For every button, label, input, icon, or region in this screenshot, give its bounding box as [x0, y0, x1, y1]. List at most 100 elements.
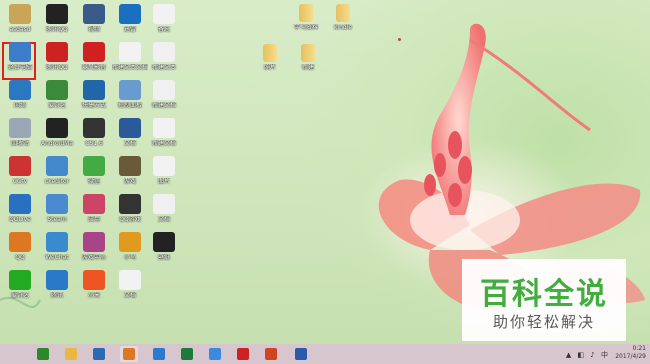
excel-icon-glyph: [181, 348, 193, 360]
desktop-icon-16[interactable]: 回收站: [2, 118, 38, 147]
word-icon[interactable]: [292, 346, 310, 362]
folder-label: 学习资料: [293, 24, 318, 31]
desktop-icon-10[interactable]: 新建文本: [146, 42, 182, 71]
desktop-icon-15[interactable]: 新建文档: [146, 80, 182, 109]
desktop-icon-label: 网络: [13, 102, 26, 109]
desktop-icon-25[interactable]: 图片: [146, 156, 182, 185]
desktop-icon-27[interactable]: Steam: [39, 194, 75, 223]
powerpoint-icon[interactable]: [262, 346, 280, 362]
desktop-icon-39-glyph: [119, 270, 141, 290]
desktop-icon-14-glyph: [119, 80, 141, 100]
desktop-icon-5[interactable]: 备忘: [146, 4, 182, 33]
desktop-icon-label: 文档: [123, 140, 136, 147]
desktop-icon-23[interactable]: 微信: [76, 156, 112, 185]
desktop-icon-38-glyph: [83, 270, 105, 290]
desktop-icon-label: 腾讯: [50, 292, 63, 299]
excel-icon[interactable]: [178, 346, 196, 362]
desktop-icon-4[interactable]: 迅雷: [112, 4, 148, 33]
desktop-icon-29-glyph: [119, 194, 141, 214]
system-tray-icons[interactable]: ▲ ◧ ♪ 中: [566, 350, 610, 360]
desktop-icon-34[interactable]: 小鸟: [112, 232, 148, 261]
desktop-icon-label: AndroidMa: [40, 140, 74, 147]
desktop-icon-20[interactable]: 新建文档: [146, 118, 182, 147]
folder-icon: [336, 4, 350, 22]
file-explorer-icon[interactable]: [62, 346, 80, 362]
desktop-icon-label: 控制面板: [117, 102, 142, 109]
desktop-icon-8[interactable]: 暴风影音: [76, 42, 112, 71]
desktop-icon-23-glyph: [83, 156, 105, 176]
pdf-icon[interactable]: [234, 346, 252, 362]
desktop-icon-35[interactable]: 壁纸: [146, 232, 182, 261]
desktop-icon-38[interactable]: 小米: [76, 270, 112, 299]
folder-4[interactable]: 新建: [290, 44, 326, 71]
desktop-icon-22[interactable]: ckeditor: [39, 156, 75, 185]
desktop-icon-28[interactable]: 应用: [76, 194, 112, 223]
folder-icon: [301, 44, 315, 62]
desktop-icon-13-glyph: [83, 80, 105, 100]
baidu-netdisk-icon[interactable]: [206, 346, 224, 362]
desktop-icon-1[interactable]: asdasd: [2, 4, 38, 33]
desktop-icon-39[interactable]: 文档: [112, 270, 148, 299]
desktop-icon-25-glyph: [153, 156, 175, 176]
desktop-icon-3[interactable]: 视频: [76, 4, 112, 33]
desktop-icon-33[interactable]: 游戏中心: [76, 232, 112, 261]
sogou-icon[interactable]: [150, 346, 168, 362]
desktop-icon-17[interactable]: AndroidMa: [39, 118, 75, 147]
desktop-icon-label: QQ: [15, 254, 25, 261]
desktop-icon-32-glyph: [46, 232, 68, 252]
desktop-icon-13[interactable]: 快捷方式: [76, 80, 112, 109]
folder-1[interactable]: 学习资料: [288, 4, 324, 31]
folder-label: 新建: [301, 64, 314, 71]
desktop-icon-30[interactable]: 文档: [146, 194, 182, 223]
k-app-icon[interactable]: [90, 346, 108, 362]
browser-icon[interactable]: [120, 346, 138, 362]
desktop-icon-21[interactable]: CCtv: [2, 156, 38, 185]
desktop-icon-34-glyph: [119, 232, 141, 252]
desktop-icon-label: ckeditor: [44, 178, 70, 185]
desktop-icon-32[interactable]: WeChat: [39, 232, 75, 261]
desktop-icon-11[interactable]: 网络: [2, 80, 38, 109]
desktop-icon-19-glyph: [119, 118, 141, 138]
desktop-icon-label: 应用: [87, 216, 100, 223]
watermark-badge: 百科全说 助你轻松解决: [462, 259, 626, 341]
desktop-icon-14[interactable]: 控制面板: [112, 80, 148, 109]
folder-label: 照片: [263, 64, 276, 71]
desktop[interactable]: asdasd 腾讯QQ 视频 迅雷 备忘 这台电脑 腾讯QQ 暴风影音 新建文本文档 新建文本 网络…: [0, 0, 650, 344]
desktop-icon-18[interactable]: CS1.6: [76, 118, 112, 147]
desktop-icon-17-glyph: [46, 118, 68, 138]
clock-date: 2017/4/29: [615, 353, 646, 360]
desktop-icon-24[interactable]: 游戏: [112, 156, 148, 185]
desktop-icon-31-glyph: [9, 232, 31, 252]
start-icon[interactable]: [34, 346, 52, 362]
file-explorer-icon-glyph: [65, 348, 77, 360]
desktop-icon-label: 新建文本: [151, 64, 176, 71]
desktop-icon-37[interactable]: 腾讯: [39, 270, 75, 299]
desktop-icon-label: 回收站: [10, 140, 29, 147]
desktop-icon-5-glyph: [153, 4, 175, 24]
desktop-icon-26[interactable]: QQLive: [2, 194, 38, 223]
folder-2[interactable]: kindle: [325, 4, 361, 31]
desktop-icon-2-glyph: [46, 4, 68, 24]
desktop-icon-35-glyph: [153, 232, 175, 252]
desktop-icon-2[interactable]: 腾讯QQ: [39, 4, 75, 33]
this-pc-icon[interactable]: 这台电脑: [2, 42, 38, 71]
desktop-icon-label: Steam: [47, 216, 67, 223]
desktop-icon-36[interactable]: 爱奇艺: [2, 270, 38, 299]
desktop-icon-9-glyph: [119, 42, 141, 62]
desktop-icon-label: 暴风影音: [81, 64, 106, 71]
desktop-icon-19[interactable]: 文档: [112, 118, 148, 147]
desktop-icon-9[interactable]: 新建文本文档: [112, 42, 148, 71]
desktop-icon-label: 文档: [157, 216, 170, 223]
clock[interactable]: 0:21 2017/4/29: [615, 345, 646, 361]
desktop-icon-12[interactable]: 爱奇艺: [39, 80, 75, 109]
desktop-icon-1-glyph: [9, 4, 31, 24]
browser-icon-glyph: [123, 348, 135, 360]
desktop-icon-31[interactable]: QQ: [2, 232, 38, 261]
folder-3[interactable]: 照片: [252, 44, 288, 71]
taskbar: ▲ ◧ ♪ 中 0:21 2017/4/29: [0, 344, 650, 364]
pdf-icon-glyph: [237, 348, 249, 360]
desktop-icon-36-glyph: [9, 270, 31, 290]
desktop-icon-29[interactable]: QQ游戏: [112, 194, 148, 223]
desktop-icon-7[interactable]: 腾讯QQ: [39, 42, 75, 71]
folder-icon: [263, 44, 277, 62]
